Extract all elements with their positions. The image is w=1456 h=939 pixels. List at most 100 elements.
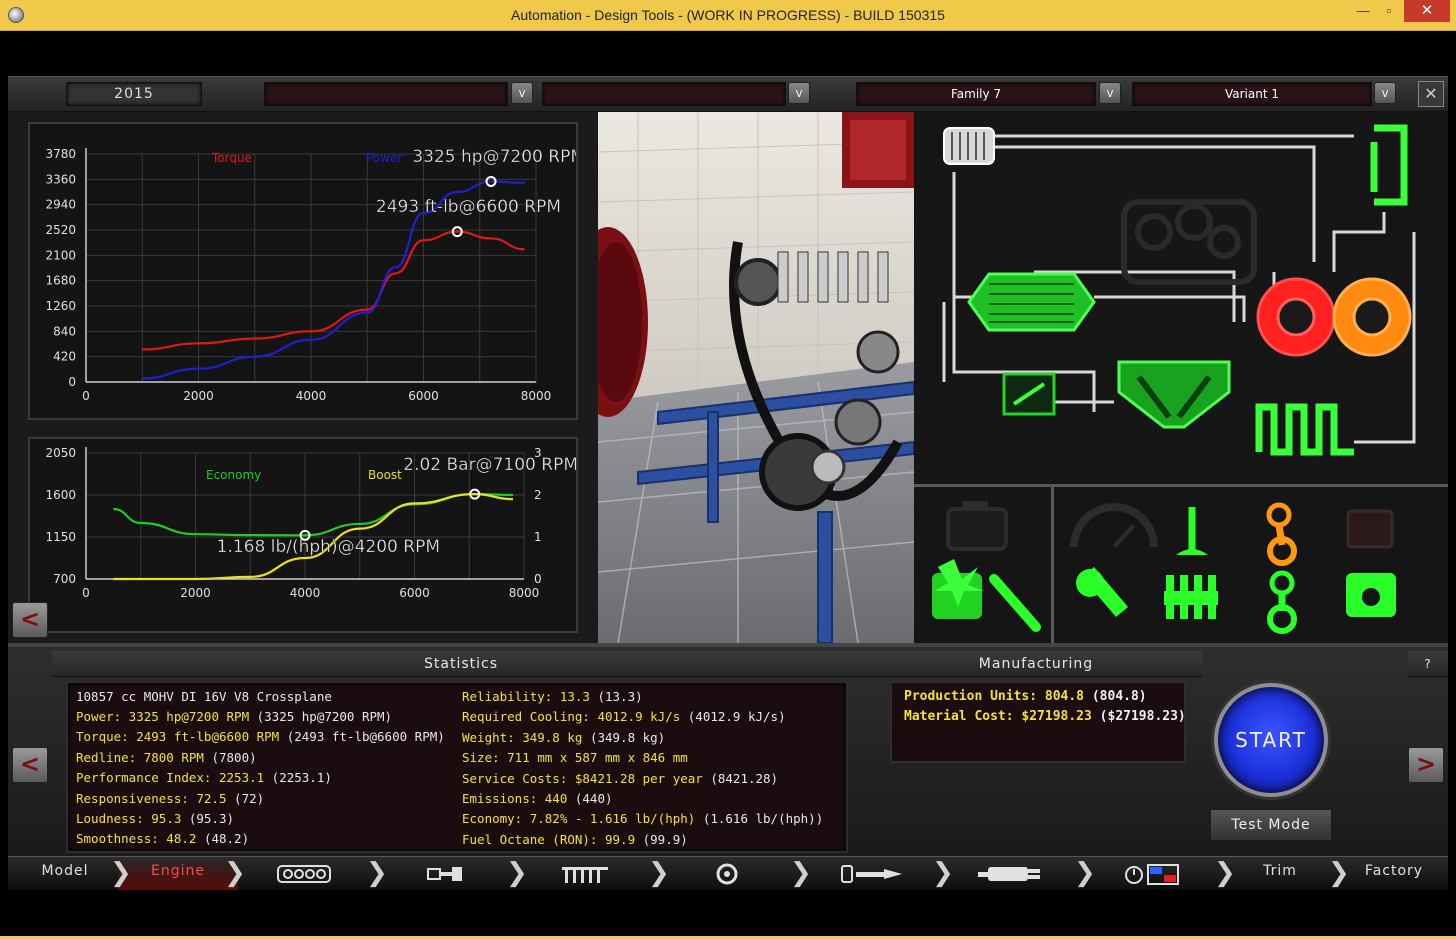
stat-left-row: Responsiveness: 72.5 (72)	[76, 791, 264, 806]
manufacturing-heading: Manufacturing	[870, 651, 1202, 677]
stat-right-value: (8421.28)	[702, 770, 779, 786]
stat-right-label: Required Cooling: 4012.9 kJ/s	[462, 709, 681, 725]
fuel-injector-spark-icon[interactable]	[932, 559, 984, 619]
turbo-icon[interactable]	[712, 863, 742, 885]
x-tick-label: 2000	[183, 389, 214, 403]
next-section-button[interactable]: >	[1408, 747, 1444, 783]
spark-plug-icon[interactable]	[989, 574, 1041, 632]
wrench-hand-icon[interactable]	[1076, 567, 1128, 617]
exhaust-icon[interactable]	[976, 863, 1046, 885]
valve-icon[interactable]	[1176, 507, 1208, 555]
family-select[interactable]: Family 7	[856, 82, 1096, 106]
camshaft-icon[interactable]	[1164, 575, 1218, 619]
gauge-icon[interactable]	[1070, 503, 1158, 549]
statistics-box: 10857 cc MOHV DI 16V V8 Crossplane Power…	[66, 681, 848, 853]
stat-left-row: Performance Index: 2253.1 (2253.1)	[76, 770, 332, 785]
window-title: Automation - Design Tools - (WORK IN PRO…	[511, 7, 945, 23]
nav-tab-model[interactable]: Model	[8, 857, 122, 891]
start-button[interactable]: START	[1214, 683, 1328, 797]
model-select[interactable]	[264, 82, 508, 106]
variant-dropdown-button[interactable]: v	[1374, 82, 1396, 104]
x-tick-label: 4000	[290, 586, 321, 600]
head-icon[interactable]	[426, 863, 466, 885]
stat-left-row: Power: 3325 hp@7200 RPM (3325 hp@7200 RP…	[76, 709, 392, 724]
stat-right-row: Service Costs: $8421.28 per year (8421.2…	[462, 771, 778, 786]
x-tick-label: 0	[82, 389, 90, 403]
year-display: 2015	[66, 82, 202, 106]
stat-left-value: (7800)	[203, 749, 257, 765]
stat-left-label: Power: 3325 hp@7200 RPM	[76, 709, 250, 724]
manufacturing-box: Production Units: 804.8 (804.8) Material …	[890, 681, 1186, 763]
throttle-icon	[1002, 372, 1056, 416]
nav-chevron: ❯	[224, 858, 246, 888]
y-tick-label: 2100	[45, 248, 76, 262]
minimize-button[interactable]: —	[1350, 0, 1376, 22]
tune-icon[interactable]	[1124, 863, 1184, 885]
stat-left-value: (95.3)	[181, 811, 235, 826]
y-tick-label: 1150	[45, 530, 76, 544]
power-torque-chart-svg: 3780 3360 2940 2520 2100 1680 1260 840 420 00 2000…	[45, 147, 585, 403]
close-window-button[interactable]: ✕	[1404, 0, 1450, 22]
stat-right-label: Weight: 349.8 kg	[462, 729, 583, 745]
power-torque-chart: 3780 3360 2940 2520 2100 1680 1260 840 420 0 0 2000…	[28, 122, 585, 420]
stat-right-value: (13.3)	[589, 689, 643, 704]
nav-tab-factory[interactable]: Factory	[1344, 857, 1444, 891]
stat-right-row: Reliability: 13.3 (13.3)	[462, 689, 643, 704]
stat-left-row: Smoothness: 48.2 (48.2)	[76, 831, 249, 846]
family-dropdown-button[interactable]: v	[1099, 82, 1121, 104]
nav-tab-engine[interactable]: Engine	[120, 857, 236, 891]
conrod-orange-icon[interactable]	[1266, 502, 1297, 566]
stat-right-value: (4012.9 kJ/s)	[680, 709, 786, 725]
nav-chevron: ❯	[932, 858, 954, 888]
y-tick-label: 1680	[45, 274, 76, 288]
statistics-heading: Statistics	[52, 651, 870, 677]
turbo-turbine-icon	[1332, 277, 1412, 357]
previous-section-button[interactable]: <	[12, 747, 48, 783]
stat-right-label: Service Costs: $8421.28 per year	[462, 770, 703, 786]
fuel-system-icon[interactable]	[840, 863, 910, 885]
manufacturing-label: Material Cost: $27198.23	[904, 709, 1092, 725]
close-variant-icon[interactable]: ✕	[1418, 81, 1444, 107]
top-toolbar: 2015 v v Family 7 v Variant 1 v ✕	[8, 76, 1448, 112]
test-mode-button[interactable]: Test Mode	[1210, 809, 1332, 841]
x-tick-label: 6000	[408, 389, 439, 403]
exhaust-manifold-icon	[1255, 403, 1354, 456]
trim-dropdown-button[interactable]: v	[788, 82, 810, 104]
nav-chevron: ❯	[790, 858, 812, 888]
peak-annotation: 2.02 Bar@7100 RPM	[403, 455, 576, 475]
stat-right-row: Economy: 7.82% - 1.616 lb/(hph) (1.616 l…	[462, 811, 823, 826]
maximize-button[interactable]: ▫	[1376, 0, 1402, 22]
conrod-green-icon[interactable]	[1267, 570, 1297, 634]
engine-schematic	[914, 112, 1448, 484]
help-button[interactable]: ?	[1408, 651, 1448, 677]
peak-annotation: 2493 ft-lb@6600 RPM	[376, 197, 561, 217]
piston-dark-icon[interactable]	[1346, 509, 1394, 549]
stat-left-label: Redline: 7800 RPM	[76, 749, 204, 765]
legend-economy: Economy	[206, 468, 261, 482]
stat-right-row: Emissions: 440 (440)	[462, 791, 613, 806]
y-tick-label: 1600	[45, 488, 76, 502]
stat-left-label: Smoothness: 48.2	[76, 831, 197, 847]
piston-green-icon[interactable]	[1346, 573, 1396, 617]
x-tick-label: 2000	[180, 586, 211, 600]
chart-back-button[interactable]: <	[12, 602, 48, 638]
bottom-end-icon[interactable]	[560, 863, 610, 885]
nav-tab-trim[interactable]: Trim	[1228, 857, 1332, 891]
engine-3d-viewport[interactable]	[598, 112, 914, 643]
manufacturing-label: Production Units: 804.8	[904, 689, 1085, 704]
y-tick-label: 2050	[45, 446, 76, 460]
economy-boost-chart-svg: 20501600115070032100 2000 4000 6000 8000Econ…	[45, 446, 578, 600]
trim-select[interactable]	[542, 82, 786, 106]
y2-tick-label: 2	[534, 488, 542, 502]
peak-annotation: 3325 hp@7200 RPM	[412, 147, 576, 167]
stat-right-label: Size: 711 mm x 587 mm x 846 mm	[462, 750, 688, 766]
statistics-area: Statistics Manufacturing ? 10857 cc MOHV…	[8, 643, 1448, 856]
model-dropdown-button[interactable]: v	[511, 82, 533, 104]
block-icon[interactable]	[276, 863, 332, 885]
stat-right-label: Economy: 7.82% - 1.616 lb/(hph)	[462, 811, 696, 827]
variant-select[interactable]: Variant 1	[1132, 82, 1372, 106]
legend-boost: Boost	[368, 468, 402, 482]
stat-right-row: Size: 711 mm x 587 mm x 846 mm	[462, 750, 688, 765]
stat-right-value: (1.616 lb/(hph))	[695, 811, 824, 827]
engine-warning-icon[interactable]	[946, 501, 1008, 551]
